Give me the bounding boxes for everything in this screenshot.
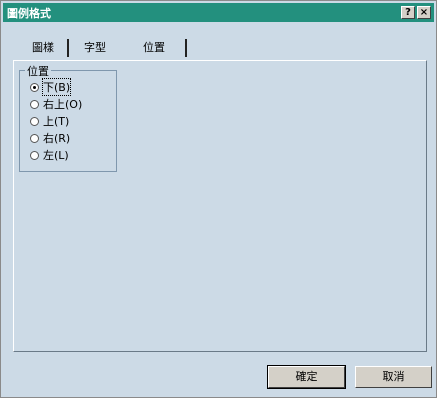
radio-top[interactable]: 上(T) (30, 113, 69, 129)
radio-icon[interactable] (30, 150, 39, 160)
radio-selected-icon[interactable] (30, 82, 39, 92)
tab-patterns[interactable]: 圖樣 (24, 37, 62, 59)
tab-strip: 圖樣 字型 位置 (14, 35, 424, 61)
close-button[interactable]: × (417, 6, 431, 19)
help-button[interactable]: ? (401, 6, 415, 19)
placement-group-label: 位置 (25, 63, 51, 79)
tab-placement[interactable]: 位置 (134, 37, 174, 59)
radio-corner[interactable]: 右上(O) (30, 96, 82, 112)
tab-separator (67, 39, 69, 57)
radio-left[interactable]: 左(L) (30, 147, 69, 163)
radio-label: 右上(O) (43, 98, 83, 111)
radio-icon[interactable] (30, 133, 39, 143)
tab-separator (185, 39, 187, 57)
radio-icon[interactable] (30, 116, 39, 126)
radio-right[interactable]: 右(R) (30, 130, 70, 146)
tab-font[interactable]: 字型 (76, 37, 114, 59)
title-bar[interactable]: 圖例格式 ? × (3, 3, 434, 22)
cancel-button[interactable]: 取消 (355, 366, 432, 388)
radio-bottom[interactable]: 下(B) (30, 78, 72, 96)
radio-icon[interactable] (30, 99, 39, 109)
radio-label: 左(L) (43, 149, 69, 162)
ok-button[interactable]: 確定 (267, 365, 346, 389)
radio-label: 右(R) (43, 132, 71, 145)
radio-label: 上(T) (43, 115, 70, 128)
window-title: 圖例格式 (7, 7, 51, 20)
radio-label: 下(B) (41, 78, 72, 96)
